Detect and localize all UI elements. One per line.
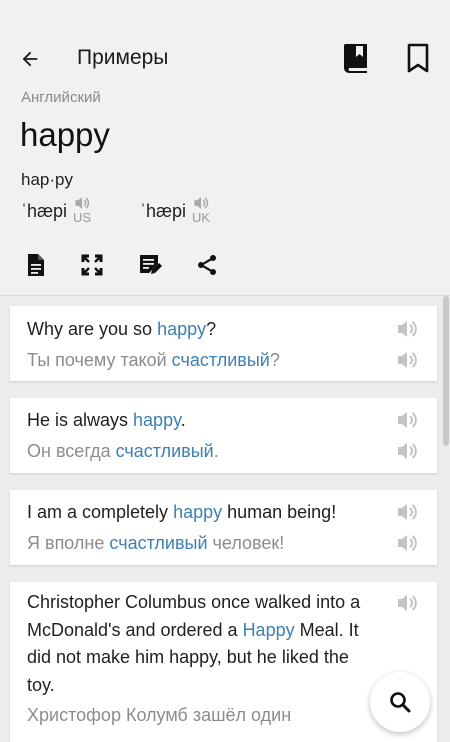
example-card: Christopher Columbus once walked into a … xyxy=(10,582,437,742)
speaker-icon[interactable] xyxy=(395,532,419,554)
example-translation: Ты почему такой счастливый? xyxy=(27,350,280,370)
dictionary-button[interactable] xyxy=(341,42,371,74)
fullscreen-button[interactable] xyxy=(78,251,106,279)
document-icon xyxy=(28,254,44,276)
example-card: Why are you so happy? Ты почему такой сч… xyxy=(10,306,437,381)
speaker-icon[interactable] xyxy=(395,318,419,340)
share-icon xyxy=(198,255,216,275)
fullscreen-icon xyxy=(81,254,103,276)
bookmark-icon xyxy=(407,43,429,73)
document-button[interactable] xyxy=(22,251,50,279)
headword: happy xyxy=(20,116,110,153)
bookmark-button[interactable] xyxy=(403,42,433,74)
example-sentence: I am a completely happy human being! xyxy=(27,502,337,522)
example-translation: Я вполне счастливый человек! xyxy=(27,533,285,553)
speaker-group: US xyxy=(73,195,91,225)
syllabification: hap·py xyxy=(21,170,73,189)
pronunciation-uk[interactable]: ˈhæpi UK xyxy=(140,195,210,225)
speaker-icon xyxy=(75,197,90,209)
ipa-text: ˈhæpi xyxy=(140,201,187,221)
example-card: He is always happy. Он всегда счастливый… xyxy=(10,398,437,473)
header: Примеры Английский happy hap·py ˈhæpi US… xyxy=(0,0,450,296)
ipa-text: ˈhæpi xyxy=(21,201,68,221)
highlight-word: Happy xyxy=(242,619,295,640)
speaker-icon[interactable] xyxy=(395,409,419,431)
example-sentence: Christopher Columbus once walked into a … xyxy=(27,592,361,695)
example-sentence: He is always happy. xyxy=(27,410,186,430)
back-button[interactable] xyxy=(16,45,44,73)
example-translation: Он всегда счастливый. xyxy=(27,441,219,461)
search-button[interactable] xyxy=(370,672,430,732)
region-label: UK xyxy=(192,210,211,225)
speaker-icon xyxy=(194,197,209,209)
language-label: Английский xyxy=(21,89,101,106)
arrow-back-icon xyxy=(22,51,38,67)
share-button[interactable] xyxy=(193,251,221,279)
pronunciation-us[interactable]: ˈhæpi US xyxy=(21,195,91,225)
region-label: US xyxy=(73,210,92,225)
scrollbar[interactable] xyxy=(443,296,449,446)
highlight-word: счастливый xyxy=(171,350,270,370)
example-translation: Христофор Колумб зашёл один xyxy=(27,705,292,725)
search-icon xyxy=(390,692,411,713)
speaker-icon[interactable] xyxy=(395,440,419,462)
highlight-word: счастливый xyxy=(109,533,208,553)
page-title: Примеры xyxy=(77,46,169,69)
highlight-word: happy xyxy=(133,410,181,430)
highlight-word: happy xyxy=(173,502,223,522)
speaker-group: UK xyxy=(192,195,210,225)
highlight-word: счастливый xyxy=(115,441,214,461)
example-card: I am a completely happy human being! Я в… xyxy=(10,490,437,565)
highlight-word: happy xyxy=(157,319,207,339)
speaker-icon[interactable] xyxy=(395,592,419,614)
edit-note-icon xyxy=(140,255,162,274)
edit-note-button[interactable] xyxy=(136,251,164,279)
speaker-icon[interactable] xyxy=(395,501,419,523)
speaker-icon[interactable] xyxy=(395,349,419,371)
example-sentence: Why are you so happy? xyxy=(27,319,217,339)
book-icon xyxy=(343,44,367,73)
